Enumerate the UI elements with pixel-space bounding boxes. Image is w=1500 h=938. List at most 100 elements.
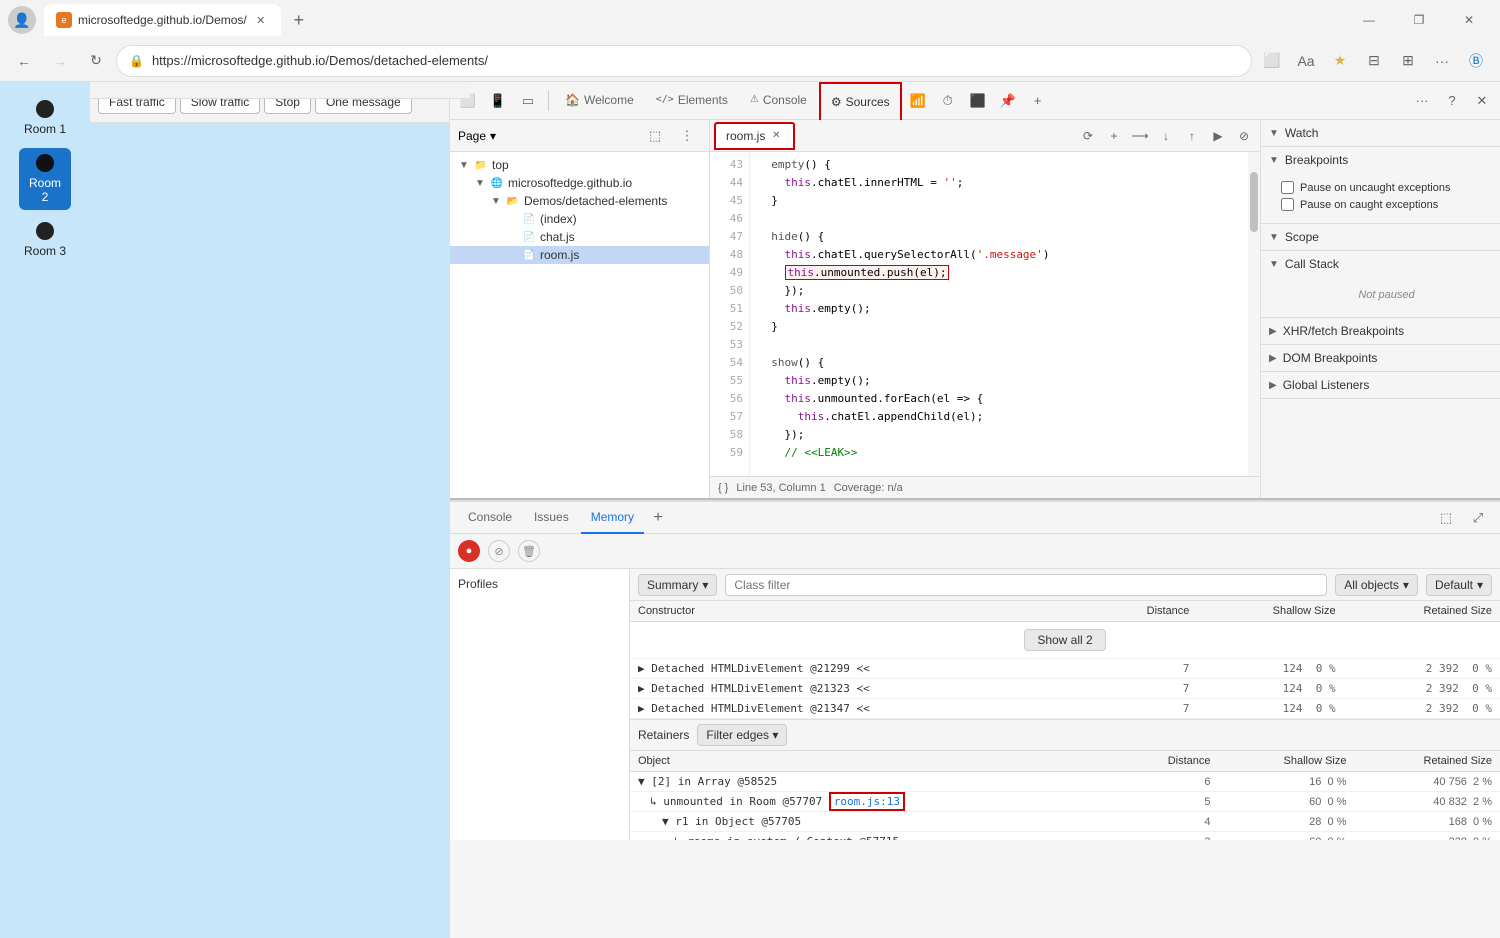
- tree-item-index[interactable]: 📄 (index): [450, 210, 709, 228]
- stop-button[interactable]: ⊘: [488, 540, 510, 562]
- pause-caught-checkbox[interactable]: [1281, 198, 1294, 211]
- step-over-button[interactable]: ⟶: [1128, 124, 1152, 148]
- table-row[interactable]: ▶ Detached HTMLDivElement @21323 ≺< 7 12…: [630, 679, 1500, 699]
- new-tab-button[interactable]: +: [285, 6, 313, 34]
- editor-tab-close[interactable]: ✕: [769, 129, 783, 143]
- breakpoints-section-header[interactable]: ▼ Breakpoints: [1261, 147, 1500, 173]
- filter-edges-button[interactable]: Filter edges ▾: [697, 724, 787, 746]
- global-section-header[interactable]: ▶ Global Listeners: [1261, 372, 1500, 398]
- collections-button[interactable]: ⊞: [1392, 45, 1424, 77]
- default-dropdown[interactable]: Default ▾: [1426, 574, 1492, 596]
- network-icon-btn[interactable]: 📶: [904, 87, 932, 115]
- table-row[interactable]: ▶ Detached HTMLDivElement @21347 ≺< 7 12…: [630, 699, 1500, 719]
- folder-icon: 📁: [474, 158, 488, 172]
- tree-item-folder[interactable]: ▼ 📂 Demos/detached-elements: [450, 192, 709, 210]
- tree-item-roomjs[interactable]: 📄 room.js: [450, 246, 709, 264]
- room-3-item[interactable]: Room 3: [21, 222, 69, 258]
- tree-item-chatjs[interactable]: 📄 chat.js: [450, 228, 709, 246]
- memory-table-scroll[interactable]: Constructor Distance Shallow Size Retain…: [630, 601, 1500, 840]
- roomjs-link[interactable]: room.js:13: [829, 792, 905, 811]
- new-source-button[interactable]: +: [1102, 124, 1126, 148]
- expand-button[interactable]: ⤢: [1464, 504, 1492, 532]
- editor-tab-roomjs[interactable]: room.js ✕: [714, 122, 795, 150]
- retainer-row-2[interactable]: ↳ unmounted in Room @57707 room.js:13 5 …: [630, 792, 1500, 812]
- bing-button[interactable]: Ⓑ: [1460, 45, 1492, 77]
- tab-close-button[interactable]: ✕: [253, 12, 269, 28]
- xhr-section-header[interactable]: ▶ XHR/fetch Breakpoints: [1261, 318, 1500, 344]
- breakpoints-arrow: ▼: [1269, 155, 1279, 166]
- settings-button[interactable]: ···: [1426, 45, 1458, 77]
- room-2-item[interactable]: Room 2: [19, 148, 71, 210]
- sync-button[interactable]: ⟳: [1076, 124, 1100, 148]
- sidebar-toggle-button[interactable]: ⬚: [641, 122, 669, 150]
- add-panel-button[interactable]: +: [646, 506, 670, 530]
- pause-caught-item[interactable]: Pause on caught exceptions: [1281, 198, 1492, 211]
- retainer-row-4[interactable]: ↳ rooms in system / Context @57715 3 60 …: [630, 832, 1500, 841]
- show-all-button[interactable]: Show all 2: [1024, 629, 1105, 651]
- code-scrollbar[interactable]: [1248, 152, 1260, 476]
- filetree-more-button[interactable]: ⋮: [673, 122, 701, 150]
- security-icon-btn[interactable]: 📌: [994, 87, 1022, 115]
- drawer-button[interactable]: ▭: [514, 87, 542, 115]
- pause-uncaught-checkbox[interactable]: [1281, 181, 1294, 194]
- clear-button[interactable]: 🗑: [518, 540, 540, 562]
- resume-button[interactable]: ▶: [1206, 124, 1230, 148]
- room-1-item[interactable]: Room 1: [21, 100, 69, 136]
- reading-view-button[interactable]: Aa: [1290, 45, 1322, 77]
- step-out-button[interactable]: ↑: [1180, 124, 1204, 148]
- scope-section-header[interactable]: ▼ Scope: [1261, 224, 1500, 250]
- add-tab-button[interactable]: +: [1024, 87, 1052, 115]
- console-tab-label: Console: [763, 93, 807, 107]
- tree-item-top[interactable]: ▼ 📁 top: [450, 156, 709, 174]
- class-filter-input[interactable]: [725, 574, 1327, 596]
- memory-toolbar: ● ⊘ 🗑: [450, 534, 1500, 569]
- performance-icon-btn[interactable]: ⏱: [934, 87, 962, 115]
- objects-dropdown[interactable]: All objects ▾: [1335, 574, 1418, 596]
- filter-edges-label: Filter edges: [706, 728, 769, 742]
- address-bar[interactable]: 🔒 https://microsoftedge.github.io/Demos/…: [116, 45, 1252, 77]
- help-button[interactable]: ?: [1438, 87, 1466, 115]
- forward-button[interactable]: →: [44, 45, 76, 77]
- watch-section-header[interactable]: ▼ Watch: [1261, 120, 1500, 146]
- braces-button[interactable]: { }: [718, 482, 728, 494]
- close-button[interactable]: ✕: [1446, 4, 1492, 36]
- pause-uncaught-item[interactable]: Pause on uncaught exceptions: [1281, 181, 1492, 194]
- retainer-row-1[interactable]: ▼ [2] in Array @58525 6 16 0 % 40 756 2 …: [630, 772, 1500, 792]
- record-button[interactable]: ●: [458, 540, 480, 562]
- dom-breakpoints-section: ▶ DOM Breakpoints: [1261, 345, 1500, 372]
- minimize-button[interactable]: —: [1346, 4, 1392, 36]
- tab-welcome[interactable]: 🏠 Welcome: [555, 82, 644, 120]
- device-emulation-button[interactable]: 📱: [484, 87, 512, 115]
- deactivate-button[interactable]: ⊘: [1232, 124, 1256, 148]
- tree-item-domain[interactable]: ▼ 🌐 microsoftedge.github.io: [450, 174, 709, 192]
- table-row[interactable]: ▶ Detached HTMLDivElement @21299 ≺< 7 12…: [630, 659, 1500, 679]
- restore-button[interactable]: ❐: [1396, 4, 1442, 36]
- tab-search-button[interactable]: ⬜: [1256, 45, 1288, 77]
- step-into-button[interactable]: ↓: [1154, 124, 1178, 148]
- retainer-shallow-4: 60 0 %: [1219, 832, 1355, 841]
- more-tools-button[interactable]: ···: [1408, 87, 1436, 115]
- code-content[interactable]: empty() { this.chatEl.innerHTML = ''; } …: [750, 152, 1248, 476]
- application-icon-btn[interactable]: ⬛: [964, 87, 992, 115]
- split-view-button[interactable]: ⊟: [1358, 45, 1390, 77]
- tab-issues-bottom[interactable]: Issues: [524, 502, 579, 534]
- tab-elements[interactable]: </> Elements: [646, 82, 738, 120]
- shallow-size-header: Shallow Size: [1197, 601, 1343, 622]
- tab-console[interactable]: ⚠ Console: [740, 82, 817, 120]
- tab-memory-bottom[interactable]: Memory: [581, 502, 644, 534]
- retainer-row-3[interactable]: ▼ r1 in Object @57705 4 28 0 % 168 0 %: [630, 812, 1500, 832]
- code-scrollbar-thumb[interactable]: [1250, 172, 1258, 232]
- close-devtools-button[interactable]: ✕: [1468, 87, 1496, 115]
- back-button[interactable]: ←: [8, 45, 40, 77]
- dom-section-header[interactable]: ▶ DOM Breakpoints: [1261, 345, 1500, 371]
- tab-sources[interactable]: ⚙ Sources: [819, 82, 902, 120]
- tab-console-bottom[interactable]: Console: [458, 502, 522, 534]
- summary-dropdown[interactable]: Summary ▾: [638, 574, 717, 596]
- favorites-button[interactable]: ★: [1324, 45, 1356, 77]
- browser-tab[interactable]: e microsoftedge.github.io/Demos/ ✕: [44, 4, 281, 36]
- reload-button[interactable]: ↻: [80, 45, 112, 77]
- call-stack-section-header[interactable]: ▼ Call Stack: [1261, 251, 1500, 277]
- undock-button[interactable]: ⬚: [1432, 504, 1460, 532]
- retainer-dist-1: 6: [1117, 772, 1218, 792]
- profile-icon[interactable]: 👤: [8, 6, 36, 34]
